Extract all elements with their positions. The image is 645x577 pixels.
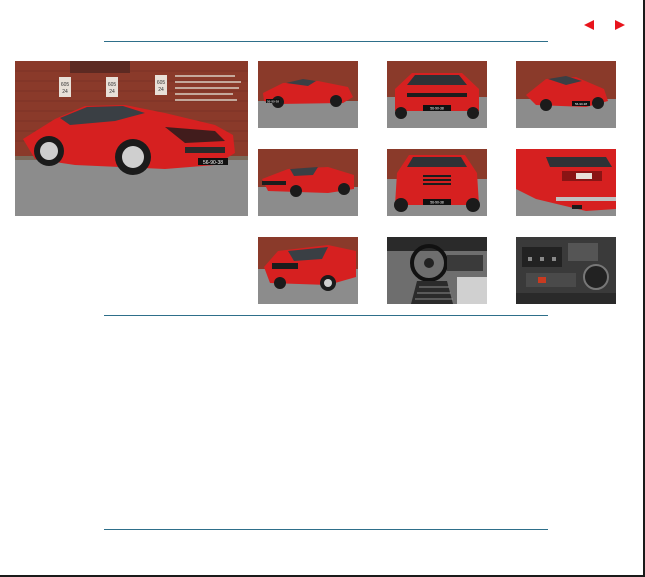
gallery-thumbnail[interactable] <box>258 237 358 304</box>
wall-sign-text: 24 <box>109 89 115 95</box>
wall-sign-text: 605 <box>108 82 117 88</box>
gallery-thumbnail[interactable] <box>258 149 358 216</box>
gallery-thumbnail[interactable] <box>387 237 487 304</box>
bottom-divider <box>104 529 548 530</box>
middle-divider <box>104 315 548 316</box>
main-car-photo[interactable]: 605 24 605 24 605 24 56-90-38 <box>15 61 248 216</box>
previous-page-button[interactable] <box>584 20 594 30</box>
license-plate-text: 56-90-38 <box>575 102 587 106</box>
gallery-thumbnail[interactable]: 56-90-38 <box>516 61 616 128</box>
triangle-right-icon <box>615 20 625 30</box>
wall-sign-text: 24 <box>62 89 68 95</box>
gallery-thumbnail[interactable]: 56-90-38 <box>387 61 487 128</box>
license-plate-text: 56-90-38 <box>203 160 223 166</box>
triangle-left-icon <box>584 20 594 30</box>
wall-sign-text: 605 <box>157 80 166 86</box>
gallery-thumbnail[interactable] <box>516 149 616 216</box>
license-plate-text: 56-90-38 <box>430 107 444 111</box>
gallery-thumbnail[interactable] <box>516 237 616 304</box>
next-page-button[interactable] <box>615 20 625 30</box>
gallery-thumbnail[interactable]: 56-90-38 <box>387 149 487 216</box>
wall-sign-text: 605 <box>61 82 70 88</box>
gallery-thumbnail[interactable]: 56-90-38 <box>258 61 358 128</box>
license-plate-text: 56-90-38 <box>267 100 279 104</box>
top-divider <box>104 41 548 42</box>
wall-sign-text: 24 <box>158 87 164 93</box>
license-plate-text: 56-90-38 <box>430 201 444 205</box>
